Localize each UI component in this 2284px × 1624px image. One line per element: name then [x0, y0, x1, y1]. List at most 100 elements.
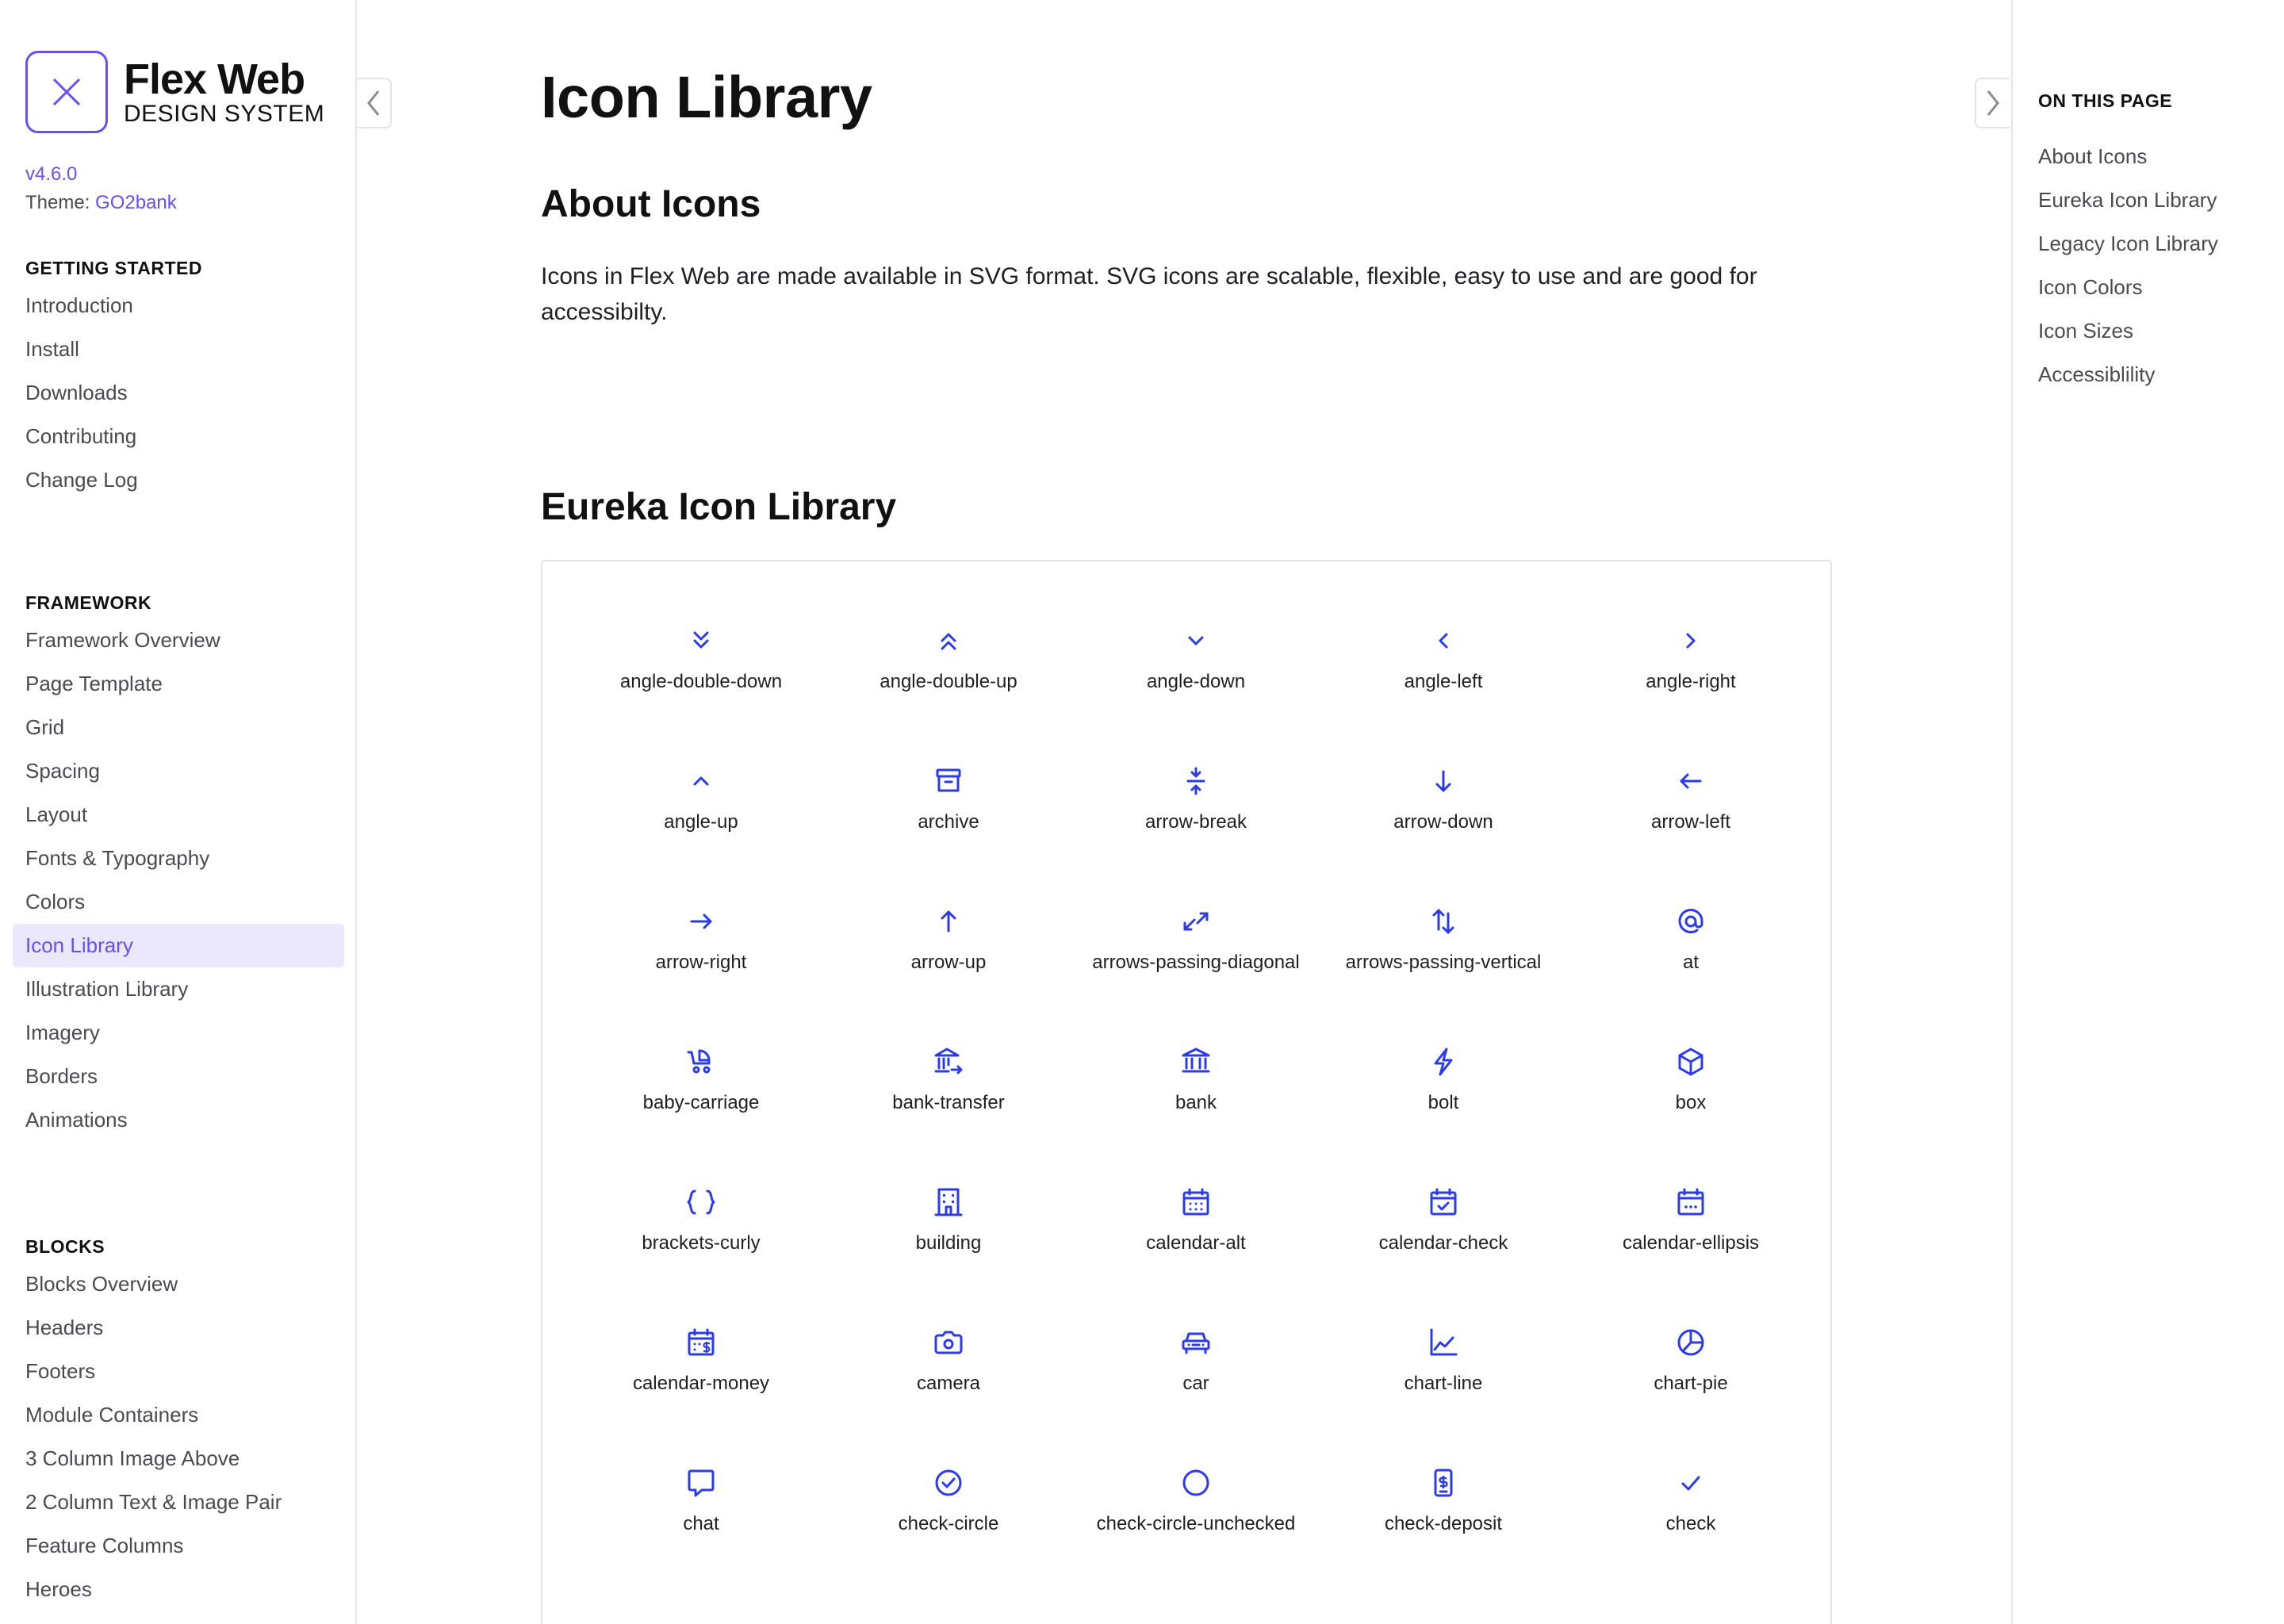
sidebar-item-icon-library[interactable]: Icon Library: [13, 924, 344, 967]
icon-tile-chat[interactable]: chat: [577, 1459, 825, 1599]
bolt-icon: [1434, 1048, 1453, 1076]
sidebar-item-illustration-library[interactable]: Illustration Library: [0, 967, 357, 1011]
sidebar-item-borders[interactable]: Borders: [0, 1055, 357, 1098]
toc-item-legacy-icon-library[interactable]: Legacy Icon Library: [2038, 228, 2218, 272]
arrows-passing-diagonal-icon: [1183, 912, 1209, 931]
theme-value-link[interactable]: GO2bank: [95, 192, 177, 213]
angle-double-down-icon: [693, 631, 709, 649]
icon-tile-camera[interactable]: camera: [825, 1319, 1072, 1459]
toc-item-about-icons[interactable]: About Icons: [2038, 141, 2218, 185]
icon-label: chart-pie: [1654, 1373, 1728, 1394]
icon-tile-brackets-curly[interactable]: brackets-curly: [577, 1178, 825, 1319]
sidebar-item-introduction[interactable]: Introduction: [0, 284, 357, 327]
sidebar-item-headers[interactable]: Headers: [0, 1306, 357, 1350]
page: Flex Web DESIGN SYSTEM v4.6.0 Theme: GO2…: [0, 0, 2284, 1624]
sidebar-item-feature-columns[interactable]: Feature Columns: [0, 1524, 357, 1568]
toc-item-eureka-icon-library[interactable]: Eureka Icon Library: [2038, 185, 2218, 228]
icon-tile-chart-pie[interactable]: chart-pie: [1567, 1319, 1815, 1459]
sidebar-item-downloads[interactable]: Downloads: [0, 371, 357, 415]
icon-label: calendar-money: [632, 1373, 770, 1394]
sidebar-item-install[interactable]: Install: [0, 327, 357, 371]
icon-tile-arrow-up[interactable]: arrow-up: [825, 898, 1072, 1038]
icon-tile-archive[interactable]: archive: [825, 757, 1072, 898]
calendar-money-icon: [688, 1328, 715, 1356]
icon-label: car: [1182, 1373, 1209, 1394]
icon-tile-calendar-alt[interactable]: calendar-alt: [1072, 1178, 1320, 1319]
icon-tile-at[interactable]: at: [1567, 898, 1815, 1038]
icon-tile-chart-line[interactable]: chart-line: [1320, 1319, 1567, 1459]
brand-title: Flex Web: [124, 56, 305, 103]
icon-tile-angle-double-down[interactable]: angle-double-down: [577, 617, 825, 757]
icon-tile-arrow-break[interactable]: arrow-break: [1072, 757, 1320, 898]
icon-label: chat: [683, 1513, 719, 1534]
icon-tile-angle-double-up[interactable]: angle-double-up: [825, 617, 1072, 757]
icon-label: angle-up: [664, 811, 738, 833]
icon-tile-arrow-down[interactable]: arrow-down: [1320, 757, 1567, 898]
toc-item-icon-colors[interactable]: Icon Colors: [2038, 272, 2218, 316]
icon-tile-calendar-check[interactable]: calendar-check: [1320, 1178, 1567, 1319]
collapse-toc-button[interactable]: [1975, 78, 2010, 128]
icon-label: chart-line: [1404, 1373, 1483, 1394]
icon-tile-bolt[interactable]: bolt: [1320, 1038, 1567, 1178]
nav-section-getting-started: GETTING STARTED Introduction Install Downl…: [0, 252, 357, 502]
toc-item-icon-sizes[interactable]: Icon Sizes: [2038, 316, 2218, 359]
box-icon: [1678, 1048, 1703, 1076]
version-link[interactable]: v4.6.0: [25, 163, 77, 186]
sidebar-item-3-column-image-above[interactable]: 3 Column Image Above: [0, 1437, 357, 1480]
icon-tile-angle-right[interactable]: angle-right: [1567, 617, 1815, 757]
sidebar-item-layout[interactable]: Layout: [0, 793, 357, 837]
icon-tile-arrows-passing-diagonal[interactable]: arrows-passing-diagonal: [1072, 898, 1320, 1038]
bank-transfer-icon: [934, 1048, 963, 1074]
sidebar-item-change-log[interactable]: Change Log: [0, 458, 357, 502]
icon-label: arrows-passing-vertical: [1345, 952, 1542, 973]
sidebar-item-heroes[interactable]: Heroes: [0, 1568, 357, 1611]
sidebar-item-colors[interactable]: Colors: [0, 880, 357, 924]
icon-tile-angle-down[interactable]: angle-down: [1072, 617, 1320, 757]
eureka-icon-library-heading: Eureka Icon Library: [541, 486, 897, 528]
icon-tile-bank-transfer[interactable]: bank-transfer: [825, 1038, 1072, 1178]
icon-tile-angle-up[interactable]: angle-up: [577, 757, 825, 898]
brand-logo[interactable]: Flex Web DESIGN SYSTEM: [25, 51, 324, 133]
chat-icon: [688, 1469, 715, 1497]
icon-tile-calendar-ellipsis[interactable]: calendar-ellipsis: [1567, 1178, 1815, 1319]
icon-tile-check-circle[interactable]: check-circle: [825, 1459, 1072, 1599]
icon-tile-building[interactable]: building: [825, 1178, 1072, 1319]
sidebar-item-blocks-overview[interactable]: Blocks Overview: [0, 1262, 357, 1306]
toc-item-accessiblility[interactable]: Accessiblility: [2038, 359, 2218, 403]
icon-label: angle-right: [1646, 671, 1736, 692]
icon-tile-car[interactable]: car: [1072, 1319, 1320, 1459]
icon-tile-box[interactable]: box: [1567, 1038, 1815, 1178]
sidebar-item-footers[interactable]: Footers: [0, 1350, 357, 1393]
icon-tile-check-circle-unchecked[interactable]: check-circle-unchecked: [1072, 1459, 1320, 1599]
collapse-sidebar-button[interactable]: [357, 78, 392, 128]
icon-tile-baby-carriage[interactable]: baby-carriage: [577, 1038, 825, 1178]
sidebar-item-spacing[interactable]: Spacing: [0, 749, 357, 793]
chart-pie-icon: [1677, 1329, 1704, 1356]
icon-grid-container: angle-double-down angle-double-up angle-do…: [541, 560, 1832, 1624]
icon-tile-bank[interactable]: bank: [1072, 1038, 1320, 1178]
sidebar-item-contributing[interactable]: Contributing: [0, 415, 357, 458]
sidebar-item-page-template[interactable]: Page Template: [0, 662, 357, 706]
icon-tile-check-deposit[interactable]: check-deposit: [1320, 1459, 1567, 1599]
arrow-left-icon: [1680, 773, 1702, 789]
icon-label: check-circle: [898, 1513, 999, 1534]
icon-tile-calendar-money[interactable]: calendar-money: [577, 1319, 825, 1459]
sidebar-item-grid[interactable]: Grid: [0, 706, 357, 749]
sidebar-item-2-column-text-image-pair[interactable]: 2 Column Text & Image Pair: [0, 1480, 357, 1524]
sidebar-item-animations[interactable]: Animations: [0, 1098, 357, 1142]
brand-subtitle: DESIGN SYSTEM: [124, 101, 325, 127]
icon-label: box: [1675, 1092, 1707, 1113]
arrows-passing-vertical-icon: [1432, 909, 1454, 934]
icon-tile-angle-left[interactable]: angle-left: [1320, 617, 1567, 757]
sidebar-item-module-containers[interactable]: Module Containers: [0, 1393, 357, 1437]
icon-tile-arrows-passing-vertical[interactable]: arrows-passing-vertical: [1320, 898, 1567, 1038]
icon-label: brackets-curly: [642, 1232, 761, 1254]
icon-label: arrow-right: [655, 952, 747, 973]
sidebar-item-imagery[interactable]: Imagery: [0, 1011, 357, 1055]
sidebar-item-framework-overview[interactable]: Framework Overview: [0, 619, 357, 662]
sidebar-item-fonts-typography[interactable]: Fonts & Typography: [0, 837, 357, 880]
angle-down-icon: [1188, 636, 1204, 645]
icon-tile-check[interactable]: check: [1567, 1459, 1815, 1599]
icon-tile-arrow-right[interactable]: arrow-right: [577, 898, 825, 1038]
icon-tile-arrow-left[interactable]: arrow-left: [1567, 757, 1815, 898]
